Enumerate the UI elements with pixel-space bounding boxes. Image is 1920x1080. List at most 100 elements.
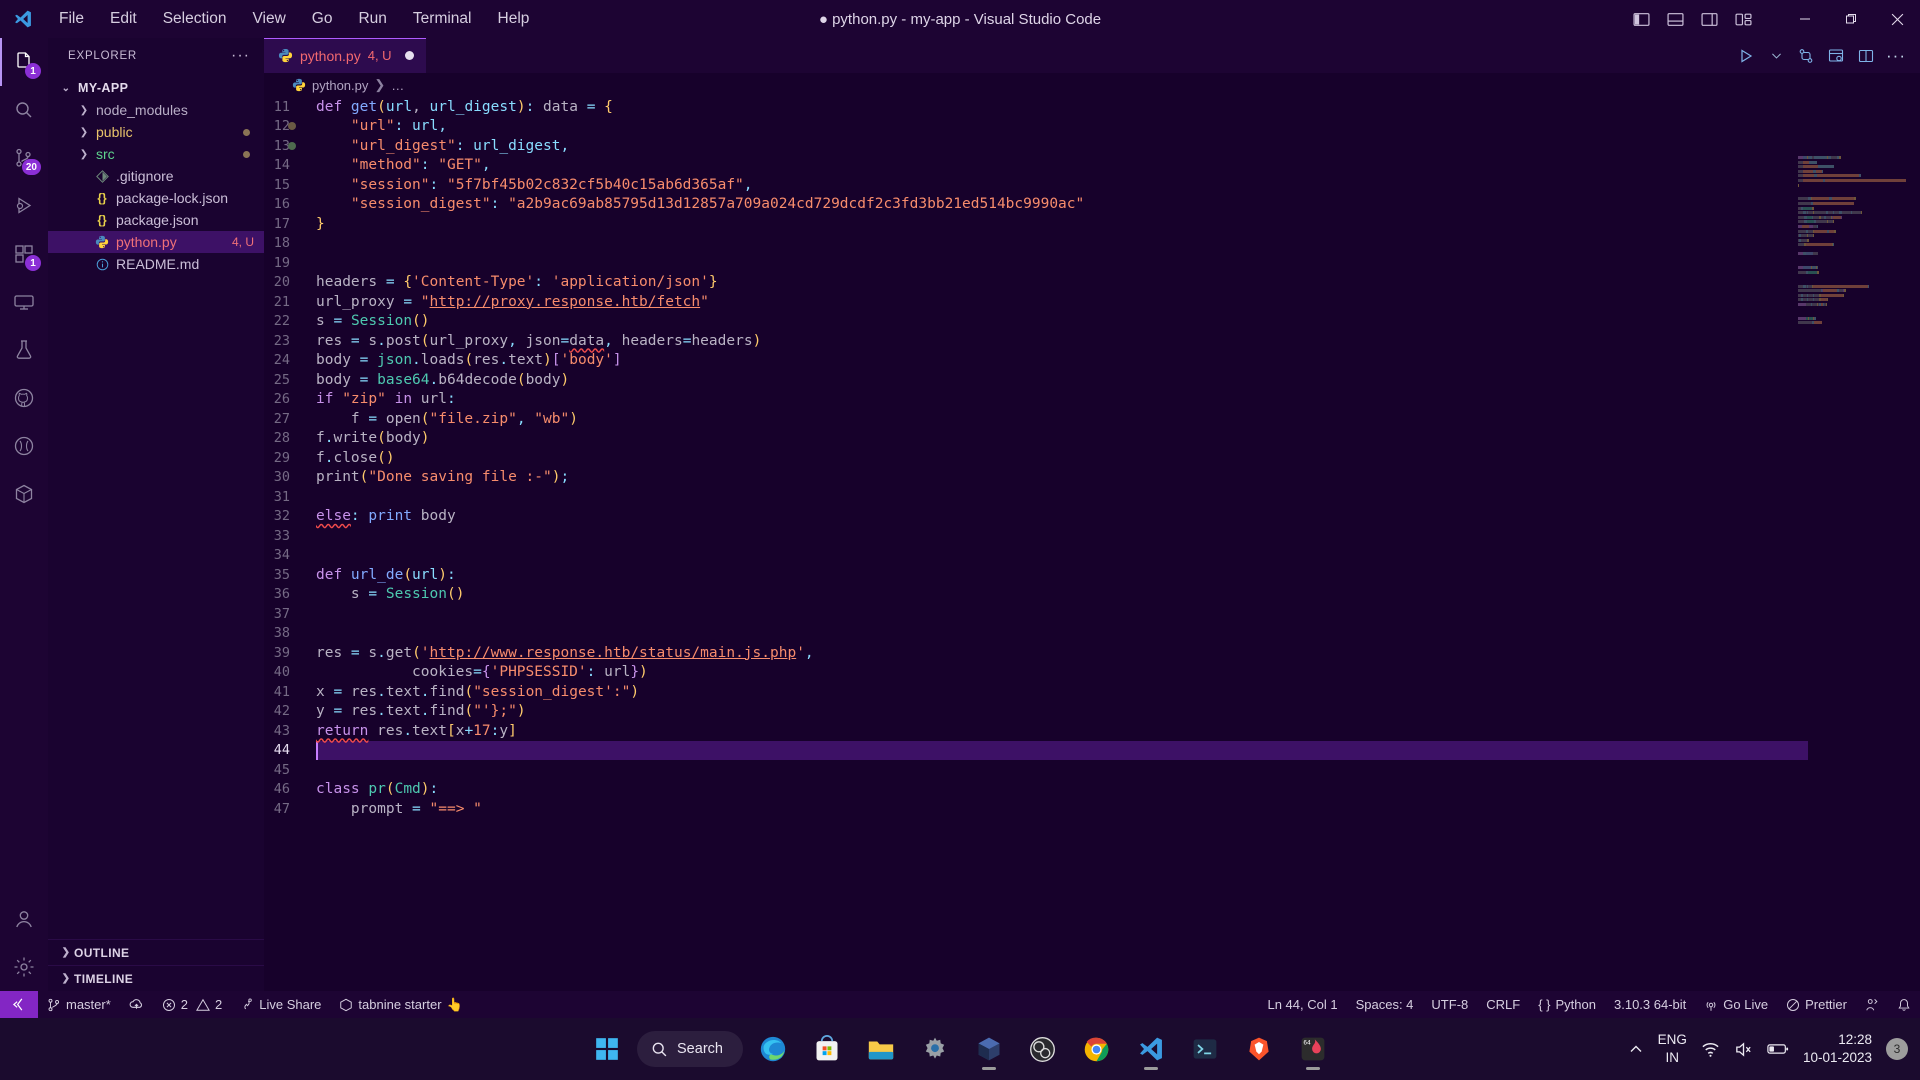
taskbar-settings[interactable] <box>911 1025 959 1073</box>
line-content[interactable]: "session_digest": "a2b9ac69ab85795d13d12… <box>316 196 1084 212</box>
sidebar-item-explorer[interactable]: 1 <box>0 38 48 86</box>
code-lines[interactable]: 11 def get(url, url_digest): data = {12 "… <box>264 97 1920 819</box>
sidebar-item-sandbox[interactable] <box>0 470 48 518</box>
line-content[interactable]: body = base64.b64decode(body) <box>316 372 569 388</box>
tree-item-public[interactable]: ❯ public <box>48 121 264 143</box>
line-content[interactable]: if "zip" in url: <box>316 391 456 407</box>
breadcrumb-file[interactable]: python.py <box>312 78 368 93</box>
status-cursor-position[interactable]: Ln 44, Col 1 <box>1258 991 1346 1018</box>
menu-item-run[interactable]: Run <box>345 0 399 38</box>
tree-item-src[interactable]: ❯ src <box>48 143 264 165</box>
sidebar-item-remote-explorer[interactable] <box>0 278 48 326</box>
menu-item-file[interactable]: File <box>46 0 97 38</box>
code-line[interactable]: 39 res = s.get('http://www.response.htb/s… <box>264 643 1920 663</box>
code-line[interactable]: 22 s = Session() <box>264 312 1920 332</box>
split-editor-layout-icon[interactable] <box>1822 38 1850 73</box>
status-language-mode[interactable]: { } Python <box>1529 991 1605 1018</box>
toggle-secondary-sidebar-icon[interactable] <box>1694 0 1724 38</box>
volume-muted-icon[interactable] <box>1734 1040 1753 1059</box>
language-indicator[interactable]: ENG IN <box>1658 1031 1687 1067</box>
line-content[interactable]: s = Session() <box>316 586 465 602</box>
code-line[interactable]: 23 res = s.post(url_proxy, json=data, hea… <box>264 331 1920 351</box>
breadcrumb-symbol[interactable]: … <box>391 78 404 93</box>
status-branch[interactable]: master* <box>38 991 120 1018</box>
status-encoding[interactable]: UTF-8 <box>1422 991 1477 1018</box>
status-tabnine[interactable]: tabnine starter 👆 <box>330 991 471 1018</box>
run-dropdown-icon[interactable] <box>1762 38 1790 73</box>
status-live-share[interactable]: Live Share <box>231 991 330 1018</box>
show-hidden-icons[interactable] <box>1628 1041 1644 1057</box>
line-content[interactable]: f.write(body) <box>316 430 430 446</box>
toggle-primary-sidebar-icon[interactable] <box>1626 0 1656 38</box>
start-button[interactable] <box>583 1025 631 1073</box>
line-content[interactable]: cookies={'PHPSESSID': url}) <box>316 664 648 680</box>
code-line[interactable]: 40 cookies={'PHPSESSID': url}) <box>264 663 1920 683</box>
line-content[interactable]: x = res.text.find("session_digest':") <box>316 684 639 700</box>
taskbar-microsoft-edge[interactable] <box>749 1025 797 1073</box>
gear-icon[interactable] <box>0 943 48 991</box>
line-content[interactable]: } <box>316 216 325 232</box>
tree-item-node_modules[interactable]: ❯ node_modules <box>48 99 264 121</box>
line-content[interactable]: headers = {'Content-Type': 'application/… <box>316 274 718 290</box>
tree-root-my-app[interactable]: ⌄ MY-APP <box>48 77 264 99</box>
code-line[interactable]: 15 "session": "5f7bf45b02c832cf5b40c15ab… <box>264 175 1920 195</box>
code-line[interactable]: 36 s = Session() <box>264 585 1920 605</box>
code-line[interactable]: 34 <box>264 546 1920 566</box>
menu-item-terminal[interactable]: Terminal <box>400 0 485 38</box>
code-line[interactable]: 35 def url_de(url): <box>264 565 1920 585</box>
toggle-panel-icon[interactable] <box>1660 0 1690 38</box>
code-line[interactable]: 12 "url": url, <box>264 117 1920 137</box>
sidebar-item-search[interactable] <box>0 86 48 134</box>
line-content[interactable]: s = Session() <box>316 313 430 329</box>
sidebar-item-run-and-debug[interactable] <box>0 182 48 230</box>
code-line[interactable]: 32 else: print body <box>264 507 1920 527</box>
tab-dirty-indicator[interactable] <box>404 51 414 60</box>
status-bell-icon[interactable] <box>1888 991 1920 1018</box>
editor-glyph-marker[interactable] <box>288 141 296 150</box>
code-line[interactable]: 21 url_proxy = "http://proxy.response.htb… <box>264 292 1920 312</box>
battery-icon[interactable] <box>1767 1040 1789 1058</box>
code-line[interactable]: 24 body = json.loads(res.text)['body'] <box>264 351 1920 371</box>
line-content[interactable]: else: print body <box>316 508 456 524</box>
status-python-interpreter[interactable]: 3.10.3 64-bit <box>1605 991 1695 1018</box>
sidebar-item-github[interactable] <box>0 374 48 422</box>
taskbar-flameshot[interactable]: 64 <box>1289 1025 1337 1073</box>
taskbar-file-explorer[interactable] <box>857 1025 905 1073</box>
status-sync-cloud-icon[interactable] <box>120 991 153 1018</box>
menu-bar[interactable]: File Edit Selection View Go Run Terminal… <box>46 0 542 38</box>
menu-item-view[interactable]: View <box>239 0 298 38</box>
code-line[interactable]: 43 return res.text[x+17:y] <box>264 721 1920 741</box>
status-indentation[interactable]: Spaces: 4 <box>1347 991 1423 1018</box>
line-content[interactable]: "method": "GET", <box>316 157 491 173</box>
file-tree[interactable]: ⌄ MY-APP ❯ node_modules ❯ public ❯ src .… <box>48 73 264 939</box>
sidebar-item-extensions[interactable]: 1 <box>0 230 48 278</box>
code-line[interactable]: 37 <box>264 604 1920 624</box>
line-content[interactable]: res = s.get('http://www.response.htb/sta… <box>316 645 814 661</box>
notification-badge[interactable]: 3 <box>1886 1038 1908 1060</box>
taskbar-microsoft-store[interactable] <box>803 1025 851 1073</box>
status-problems[interactable]: 2 2 <box>153 991 231 1018</box>
code-line[interactable]: 19 <box>264 253 1920 273</box>
taskbar-obs-studio[interactable] <box>1019 1025 1067 1073</box>
sidebar-item-source-control[interactable]: 20 <box>0 134 48 182</box>
tree-item-python-py[interactable]: python.py 4, U <box>48 231 264 253</box>
taskbar-google-chrome[interactable] <box>1073 1025 1121 1073</box>
status-feedback-icon[interactable] <box>1856 991 1888 1018</box>
source-control-compare-icon[interactable] <box>1792 38 1820 73</box>
tree-item-gitignore[interactable]: .gitignore <box>48 165 264 187</box>
code-line[interactable]: 11 def get(url, url_digest): data = { <box>264 97 1920 117</box>
remote-window-icon[interactable] <box>0 991 38 1018</box>
taskbar-terminal[interactable] <box>1181 1025 1229 1073</box>
line-content[interactable]: def url_de(url): <box>316 567 456 583</box>
code-line[interactable]: 17} <box>264 214 1920 234</box>
code-line[interactable]: 29 f.close() <box>264 448 1920 468</box>
wifi-icon[interactable] <box>1701 1040 1720 1059</box>
code-line[interactable]: 46 class pr(Cmd): <box>264 780 1920 800</box>
line-content[interactable]: return res.text[x+17:y] <box>316 723 517 739</box>
run-python-file-icon[interactable] <box>1732 38 1760 73</box>
code-line[interactable]: 47 prompt = "==> " <box>264 799 1920 819</box>
line-content[interactable]: prompt = "==> " <box>316 801 482 817</box>
taskbar-search-box[interactable]: Search <box>637 1031 743 1067</box>
code-line[interactable]: 41 x = res.text.find("session_digest':") <box>264 682 1920 702</box>
more-actions-icon[interactable]: ··· <box>1882 38 1910 73</box>
